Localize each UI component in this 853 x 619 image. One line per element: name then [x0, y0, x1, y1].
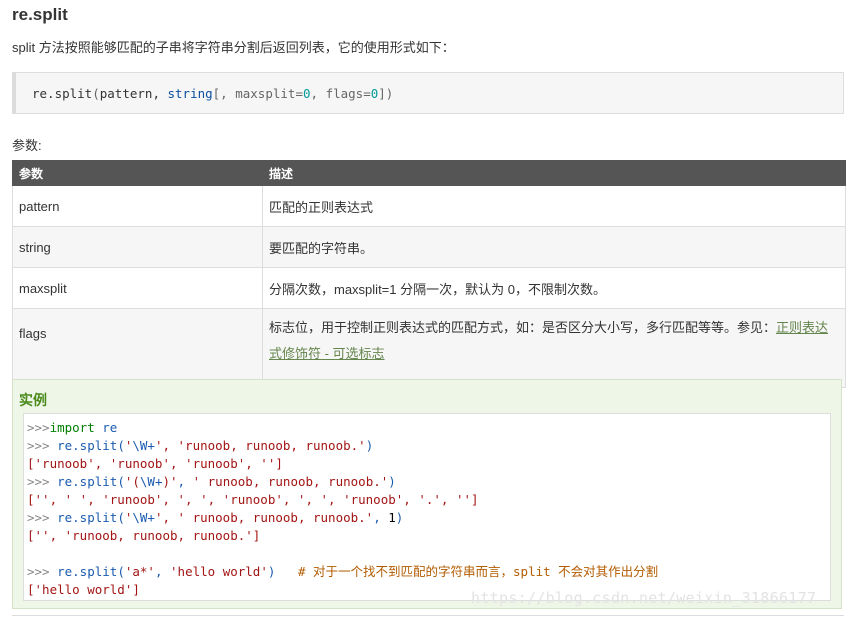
code-token: ) [388, 474, 396, 489]
page-title: re.split [12, 5, 68, 24]
divider [12, 615, 844, 616]
code-token: >>> [27, 420, 50, 435]
table-row: string 要匹配的字符串。 [12, 226, 846, 268]
code-token: re [94, 420, 118, 435]
params-label: 参数: [12, 138, 42, 153]
code-token: ) [267, 564, 298, 579]
param-name: pattern [12, 185, 263, 227]
code-token: \W+ [132, 510, 155, 525]
code-token: 'runoob, runoob, runoob.' [177, 438, 366, 453]
column-header-desc: 描述 [262, 160, 846, 186]
table-row: flags 标志位，用于控制正则表达式的匹配方式，如：是否区分大小写，多行匹配等… [12, 308, 846, 388]
code-token: , [373, 510, 389, 525]
code-line: ['', ' ', 'runoob', ', ', 'runoob', ', '… [27, 491, 658, 509]
code-token: ', [154, 438, 178, 453]
example-box: 实例 >>>import re >>> re.split('\W+', 'runo… [12, 379, 842, 609]
code-token: \W+ [139, 474, 163, 489]
code-token: \W+ [132, 438, 155, 453]
code-token: # 对于一个找不到匹配的字符串而言，split 不会对其作出分割 [297, 564, 659, 579]
table-header-row: 参数 描述 [12, 160, 846, 186]
code-token: re.split( [57, 474, 125, 489]
code-token: re.split( [57, 438, 125, 453]
code-token: re.split( [57, 510, 125, 525]
param-name: maxsplit [12, 267, 263, 309]
code-token: ['hello world'] [27, 582, 140, 597]
param-desc: 分隔次数，maxsplit=1 分隔一次，默认为 0，不限制次数。 [262, 267, 846, 309]
code-line: ['runoob', 'runoob', 'runoob', ''] [27, 455, 658, 473]
code-token: ['', 'runoob, runoob, runoob.'] [27, 528, 261, 543]
syntax-code: re.split(pattern, string[, maxsplit=0, f… [32, 86, 394, 101]
column-header-param: 参数 [12, 160, 263, 186]
code-token: >>> [27, 510, 58, 525]
param-desc: 要匹配的字符串。 [262, 226, 846, 268]
intro-text: split 方法按照能够匹配的子串将字符串分割后返回列表，它的使用形式如下： [12, 40, 455, 55]
code-line: >>> re.split('\W+', ' runoob, runoob, ru… [27, 509, 658, 527]
code-token: re.split( [57, 564, 125, 579]
code-line: >>>import re [27, 419, 658, 437]
param-desc: 标志位，用于控制正则表达式的匹配方式，如：是否区分大小写，多行匹配等等。参见：正… [262, 308, 846, 388]
code-token: '( [124, 474, 140, 489]
code-token: import [49, 420, 95, 435]
example-title: 实例 [19, 392, 47, 408]
code-token: ['', ' ', 'runoob', ', ', 'runoob', ', '… [27, 492, 479, 507]
code-token: ) [365, 438, 374, 453]
code-token: )' [162, 474, 178, 489]
table-row: maxsplit 分隔次数，maxsplit=1 分隔一次，默认为 0，不限制次… [12, 267, 846, 309]
code-block: >>>import re >>> re.split('\W+', 'runoob,… [23, 413, 831, 601]
param-name: flags [12, 308, 263, 388]
code-token: ' runoob, runoob, runoob.' [192, 474, 389, 489]
code-token: >>> [27, 438, 58, 453]
code-token: >>> [27, 564, 58, 579]
code-line: >>> re.split('\W+', 'runoob, runoob, run… [27, 437, 658, 455]
params-table: 参数 描述 pattern 匹配的正则表达式 string 要匹配的字符串。 m… [12, 160, 846, 388]
code-token: 'a*' [124, 564, 155, 579]
code-line: >>> re.split('(\W+)', ' runoob, runoob, … [27, 473, 658, 491]
param-desc: 匹配的正则表达式 [262, 185, 846, 227]
code-token: , [177, 474, 193, 489]
code-token: 'hello world' [170, 564, 268, 579]
code-token: >>> [27, 474, 58, 489]
code-token: , [154, 564, 171, 579]
table-row: pattern 匹配的正则表达式 [12, 185, 846, 227]
code-token: 1 [388, 510, 396, 525]
code-line: >>> re.split('a*', 'hello world') # 对于一个… [27, 563, 658, 581]
code-token: ['runoob', 'runoob', 'runoob', ''] [27, 456, 283, 471]
code-token: ', [154, 510, 178, 525]
code-content: >>>import re >>> re.split('\W+', 'runoob,… [27, 419, 658, 599]
code-line: ['', 'runoob, runoob, runoob.'] [27, 527, 658, 545]
param-name: string [12, 226, 263, 268]
watermark: https://blog.csdn.net/weixin_31866177 [471, 589, 817, 607]
code-token: ' runoob, runoob, runoob.' [177, 510, 374, 525]
syntax-block: re.split(pattern, string[, maxsplit=0, f… [12, 72, 844, 114]
code-token: ) [395, 510, 404, 525]
